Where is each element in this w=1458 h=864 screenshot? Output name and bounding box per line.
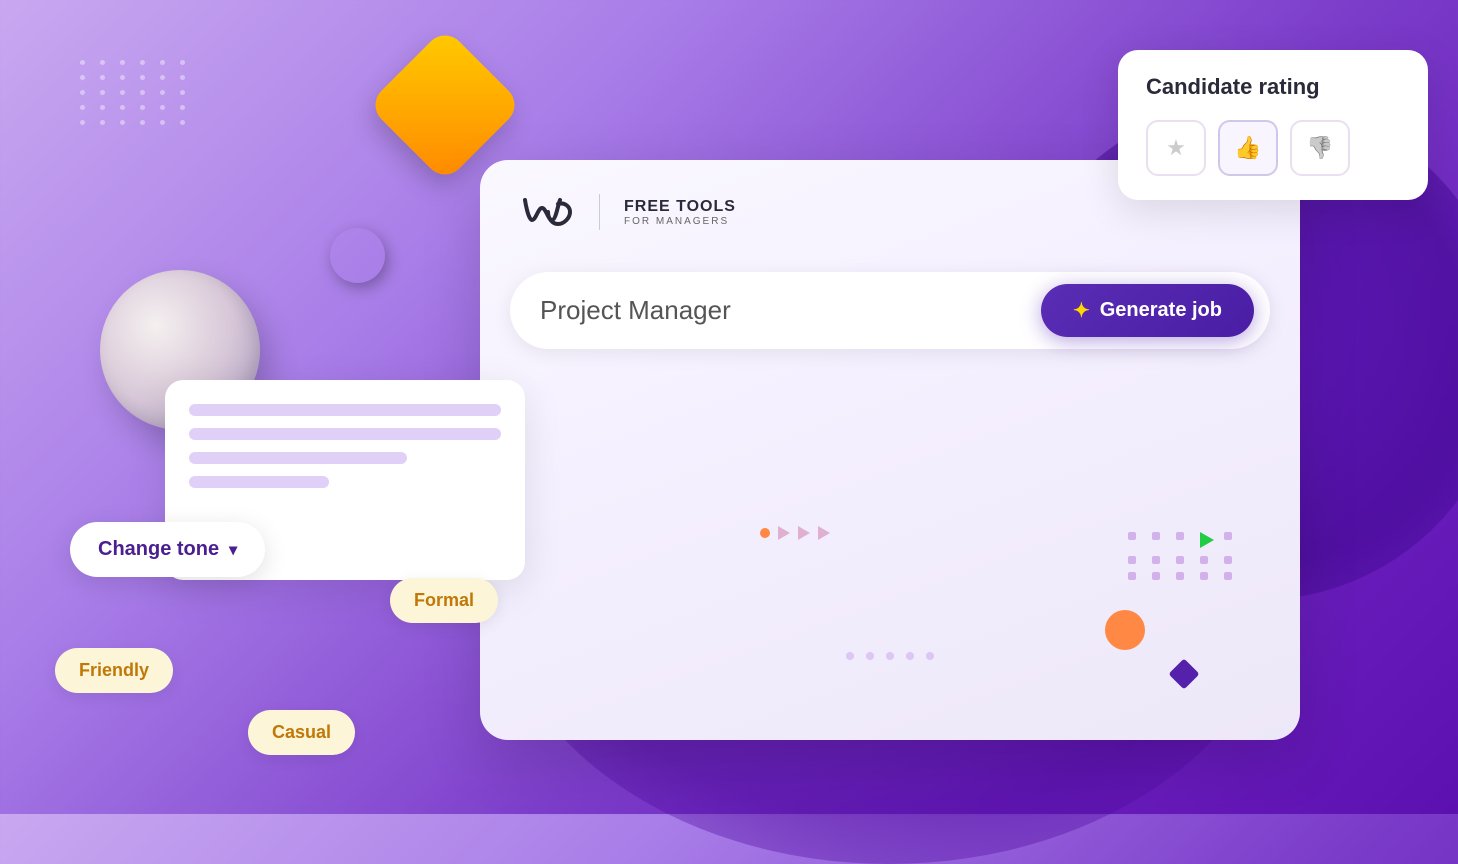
generate-job-button[interactable]: ✦ Generate job (1041, 284, 1254, 337)
logo-text-block: FREE TOOLS FOR MANAGERS (624, 198, 736, 227)
play-arrow-3 (818, 526, 830, 540)
friendly-label: Friendly (79, 660, 149, 680)
small-dot (866, 652, 874, 660)
rating-thumbsdown-button[interactable]: 👎 (1290, 120, 1350, 176)
job-title-display: Project Manager (540, 295, 1041, 326)
sparkle-icon: ✦ (1073, 298, 1090, 323)
logo-icon (520, 192, 575, 232)
grid-dot (1224, 532, 1232, 540)
tone-tag-casual[interactable]: Casual (248, 710, 355, 755)
change-tone-button[interactable]: Change tone ▾ (70, 522, 265, 577)
casual-label: Casual (272, 722, 331, 742)
logo-divider (599, 194, 600, 230)
star-icon: ★ (1166, 135, 1186, 161)
play-arrow-2 (798, 526, 810, 540)
thumbsup-icon: 👍 (1234, 135, 1261, 161)
orange-circle-decoration (1105, 610, 1145, 650)
bottom-dots-row (846, 652, 934, 660)
small-dot (926, 652, 934, 660)
grid-dot (1200, 572, 1208, 580)
dots-play-decoration (760, 526, 830, 540)
logo-title: FREE TOOLS (624, 198, 736, 216)
main-card: FREE TOOLS FOR MANAGERS Project Manager … (480, 160, 1300, 740)
logo-subtitle: FOR MANAGERS (624, 216, 736, 227)
rating-thumbsup-button[interactable]: 👍 (1218, 120, 1278, 176)
job-input-row: Project Manager ✦ Generate job (510, 272, 1270, 349)
candidate-rating-card: Candidate rating ★ 👍 👎 (1118, 50, 1428, 200)
grid-dot (1128, 532, 1136, 540)
purple-ball-decoration (330, 228, 385, 283)
text-line-1 (189, 404, 501, 416)
purple-diamond-decoration (1168, 658, 1199, 689)
candidate-rating-title: Candidate rating (1146, 74, 1400, 100)
tone-tag-formal[interactable]: Formal (390, 578, 498, 623)
text-line-2 (189, 428, 501, 440)
grid-dot (1176, 556, 1184, 564)
grid-dot (1176, 572, 1184, 580)
grid-dot (1152, 572, 1160, 580)
chevron-down-icon: ▾ (229, 540, 237, 560)
right-dots-grid (1128, 532, 1240, 580)
grid-dot (1224, 572, 1232, 580)
grid-dot (1224, 556, 1232, 564)
grid-dot (1128, 572, 1136, 580)
rating-star-button[interactable]: ★ (1146, 120, 1206, 176)
grid-dot (1128, 556, 1136, 564)
text-line-3 (189, 452, 407, 464)
generate-button-label: Generate job (1100, 299, 1222, 322)
tone-tag-friendly[interactable]: Friendly (55, 648, 173, 693)
grid-dot (1200, 556, 1208, 564)
small-dot (846, 652, 854, 660)
orange-dot (760, 528, 770, 538)
grid-dot (1152, 532, 1160, 540)
rating-buttons-group: ★ 👍 👎 (1146, 120, 1400, 176)
small-dot (906, 652, 914, 660)
small-dot (886, 652, 894, 660)
play-arrow-1 (778, 526, 790, 540)
orange-diamond-decoration (367, 27, 523, 183)
change-tone-label: Change tone (98, 538, 219, 561)
formal-label: Formal (414, 590, 474, 610)
grid-dot (1176, 532, 1184, 540)
green-play-icon (1200, 532, 1214, 548)
thumbsdown-icon: 👎 (1306, 135, 1333, 161)
grid-dot (1152, 556, 1160, 564)
text-line-4 (189, 476, 329, 488)
dot-grid-decoration (80, 60, 190, 125)
